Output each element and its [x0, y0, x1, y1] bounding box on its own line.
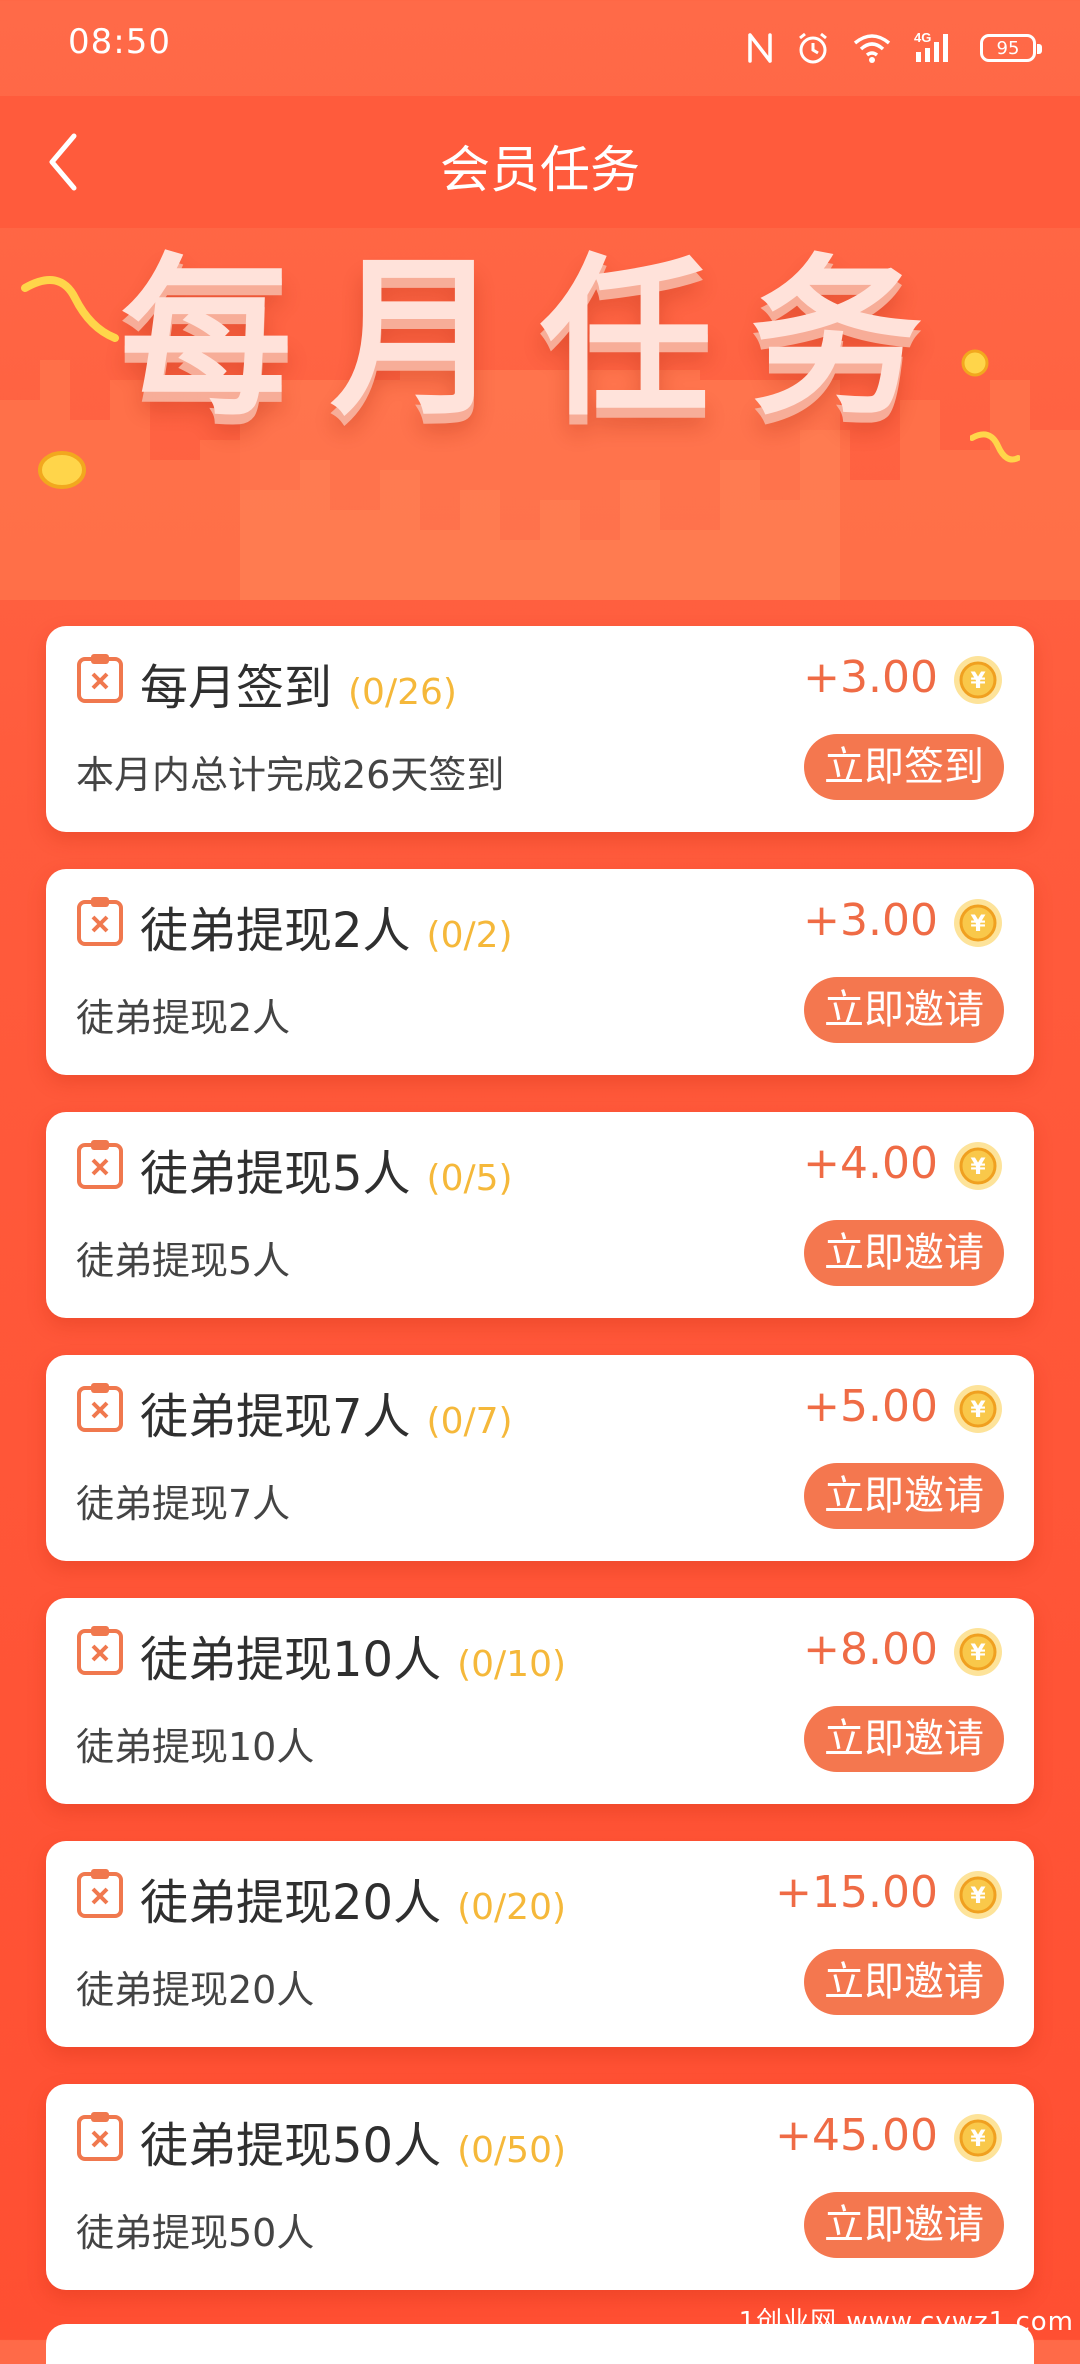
- signal-icon: 4G: [914, 30, 958, 66]
- battery-indicator: 95: [980, 34, 1042, 62]
- watermark: 1创业网 www.cywz1.com: [738, 2307, 1074, 2337]
- svg-text:¥: ¥: [970, 912, 986, 937]
- task-title: 徒弟提现7人 (0/7): [140, 1389, 513, 1445]
- task-description: 徒弟提现2人: [76, 996, 291, 1040]
- alarm-icon: [796, 31, 830, 65]
- task-card: 徒弟提现10人 (0/10) +8.00 ¥ 徒弟提现10人 立即邀请: [46, 1598, 1034, 1804]
- status-icons: 4G 95: [746, 24, 1042, 72]
- task-description: 徒弟提现10人: [76, 1725, 315, 1769]
- task-progress: (0/50): [457, 2130, 567, 2171]
- task-card: 徒弟提现50人 (0/50) +45.00 ¥ 徒弟提现50人 立即邀请: [46, 2084, 1034, 2290]
- svg-text:4G: 4G: [914, 30, 931, 45]
- task-reward: +15.00: [775, 1867, 938, 1918]
- task-progress: (0/7): [426, 1401, 513, 1442]
- clipboard-x-icon: [77, 654, 123, 703]
- invite-button[interactable]: 立即邀请: [804, 1949, 1004, 2015]
- clipboard-x-icon: [77, 2112, 123, 2161]
- svg-text:¥: ¥: [970, 1884, 986, 1909]
- task-description: 徒弟提现5人: [76, 1239, 291, 1283]
- task-title: 徒弟提现10人 (0/10): [140, 1632, 567, 1688]
- clipboard-x-icon: [77, 897, 123, 946]
- svg-text:¥: ¥: [970, 1398, 986, 1423]
- task-reward: +3.00: [803, 652, 938, 703]
- task-reward: +4.00: [803, 1138, 938, 1189]
- task-card: 徒弟提现5人 (0/5) +4.00 ¥ 徒弟提现5人 立即邀请: [46, 1112, 1034, 1318]
- task-card: 徒弟提现2人 (0/2) +3.00 ¥ 徒弟提现2人 立即邀请: [46, 869, 1034, 1075]
- task-reward: +5.00: [803, 1381, 938, 1432]
- svg-text:¥: ¥: [970, 2127, 986, 2152]
- gold-coin-decoration: [38, 451, 86, 489]
- wifi-icon: [852, 32, 892, 64]
- yuan-coin-icon: ¥: [954, 656, 1002, 704]
- svg-text:¥: ¥: [970, 1155, 986, 1180]
- yuan-coin-icon: ¥: [954, 899, 1002, 947]
- task-title: 徒弟提现2人 (0/2): [140, 903, 513, 959]
- invite-button[interactable]: 立即邀请: [804, 2192, 1004, 2258]
- banner: 每月任务: [0, 228, 1080, 600]
- task-card: 徒弟提现20人 (0/20) +15.00 ¥ 徒弟提现20人 立即邀请: [46, 1841, 1034, 2047]
- svg-text:¥: ¥: [970, 669, 986, 694]
- task-reward: +3.00: [803, 895, 938, 946]
- yuan-coin-icon: ¥: [954, 1628, 1002, 1676]
- task-title: 徒弟提现20人 (0/20): [140, 1875, 567, 1931]
- sign-in-button[interactable]: 立即签到: [804, 734, 1004, 800]
- invite-button[interactable]: 立即邀请: [804, 1706, 1004, 1772]
- yuan-coin-icon: ¥: [954, 1385, 1002, 1433]
- task-description: 徒弟提现20人: [76, 1968, 315, 2012]
- status-time: 08:50: [68, 22, 171, 62]
- clipboard-x-icon: [77, 1869, 123, 1918]
- clipboard-x-icon: [77, 1140, 123, 1189]
- task-progress: (0/20): [457, 1887, 567, 1928]
- task-title: 徒弟提现5人 (0/5): [140, 1146, 513, 1202]
- svg-text:¥: ¥: [970, 1641, 986, 1666]
- task-title: 每月签到 (0/26): [140, 660, 457, 716]
- page-title: 会员任务: [440, 141, 640, 199]
- task-progress: (0/2): [426, 915, 513, 956]
- task-progress: (0/10): [457, 1644, 567, 1685]
- clipboard-x-icon: [77, 1383, 123, 1432]
- nfc-icon: [746, 31, 774, 65]
- banner-title: 每月任务: [120, 238, 960, 439]
- invite-button[interactable]: 立即邀请: [804, 1220, 1004, 1286]
- ribbon-decoration: [21, 276, 119, 342]
- ribbon-decoration: [970, 431, 1020, 463]
- clipboard-x-icon: [77, 1626, 123, 1675]
- app-bar: 会员任务: [0, 96, 1080, 228]
- task-progress: (0/26): [348, 672, 457, 713]
- yuan-coin-icon: ¥: [954, 1871, 1002, 1919]
- task-description: 徒弟提现50人: [76, 2211, 315, 2255]
- task-reward: +45.00: [775, 2110, 938, 2161]
- task-title: 徒弟提现50人 (0/50): [140, 2118, 567, 2174]
- task-card: 徒弟提现7人 (0/7) +5.00 ¥ 徒弟提现7人 立即邀请: [46, 1355, 1034, 1561]
- gold-coin-decoration: [961, 349, 989, 377]
- status-bar: 08:50 4G 95: [0, 0, 1080, 96]
- task-description: 本月内总计完成26天签到: [76, 753, 505, 797]
- task-description: 徒弟提现7人: [76, 1482, 291, 1526]
- invite-button[interactable]: 立即邀请: [804, 977, 1004, 1043]
- task-progress: (0/5): [426, 1158, 513, 1199]
- task-card: 每月签到 (0/26) +3.00 ¥ 本月内总计完成26天签到 立即签到: [46, 626, 1034, 832]
- yuan-coin-icon: ¥: [954, 1142, 1002, 1190]
- yuan-coin-icon: ¥: [954, 2114, 1002, 2162]
- task-reward: +8.00: [803, 1624, 938, 1675]
- invite-button[interactable]: 立即邀请: [804, 1463, 1004, 1529]
